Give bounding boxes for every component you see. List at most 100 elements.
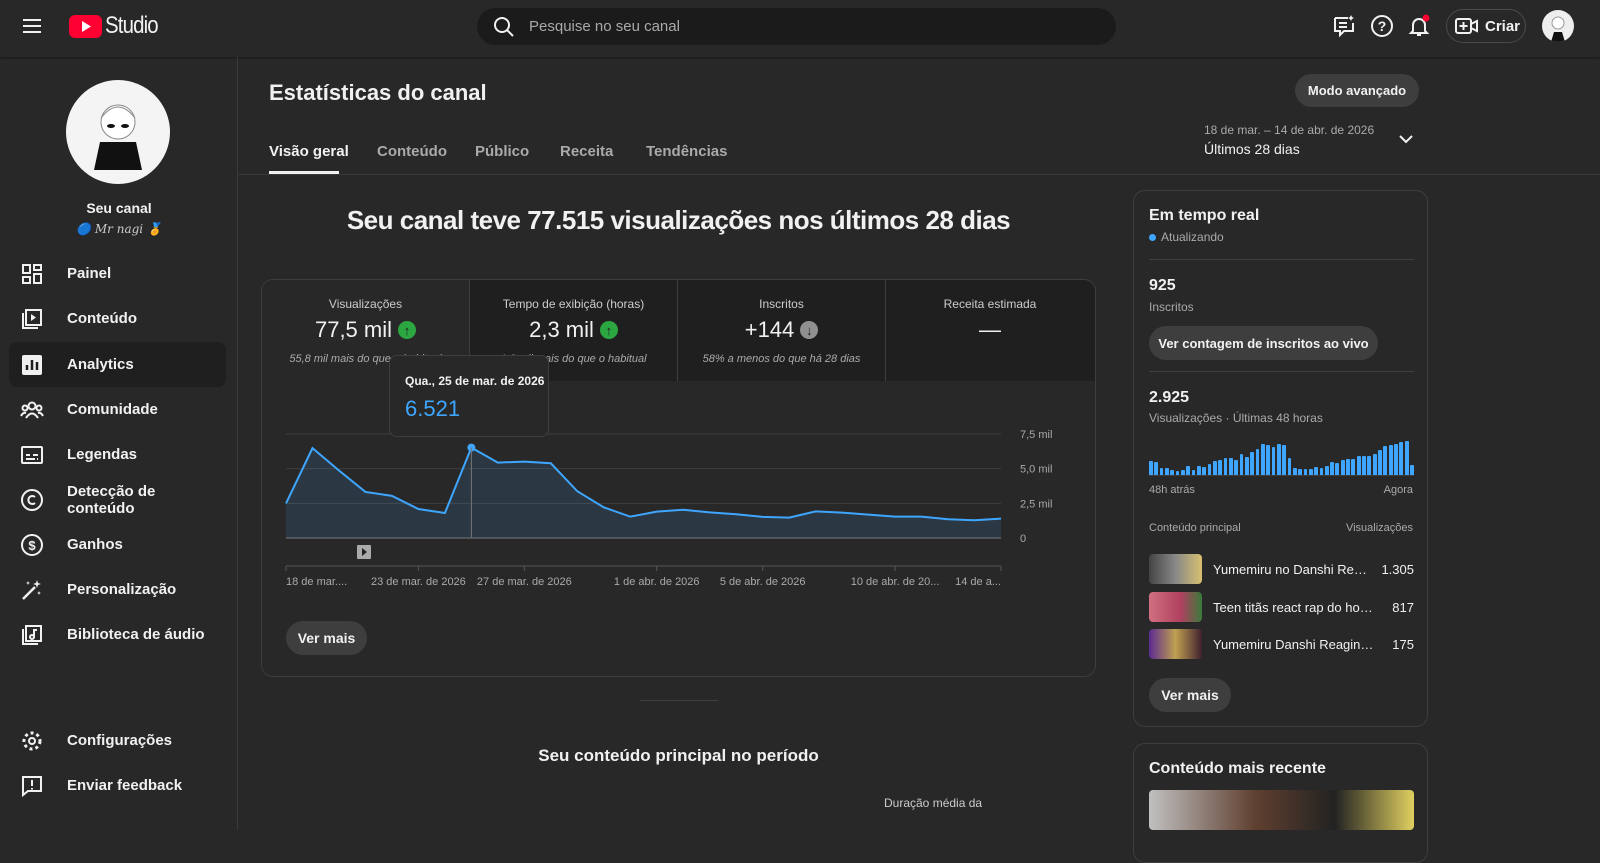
realtime-bar[interactable] (1186, 465, 1191, 475)
realtime-bar[interactable] (1175, 470, 1180, 475)
sidebar-item-label: Conteúdo (67, 310, 137, 327)
search-input[interactable] (529, 18, 1069, 35)
copyright-icon (21, 488, 43, 511)
realtime-bar[interactable] (1244, 457, 1249, 475)
realtime-bar[interactable] (1170, 469, 1175, 475)
realtime-bar[interactable] (1266, 445, 1271, 475)
live-subscriber-count-button[interactable]: Ver contagem de inscritos ao vivo (1149, 326, 1378, 360)
top-content-row[interactable]: Yumemiru Danshi Reagindo 175 (1149, 628, 1414, 660)
menu-icon[interactable] (19, 12, 47, 40)
sidebar-item-label: Detecção de conteúdo (67, 482, 156, 517)
realtime-bar[interactable] (1260, 443, 1265, 475)
sidebar-item-label: Comunidade (67, 401, 158, 418)
sidebar-item-content[interactable]: Conteúdo (9, 296, 226, 341)
realtime-bar[interactable] (1330, 461, 1334, 475)
views-chart[interactable]: 0 2,5 mil 5,0 mil 7,5 mil 18 de mar.... 23 de… (262, 280, 1096, 677)
realtime-bar[interactable] (1191, 470, 1196, 475)
date-range-picker[interactable]: 18 de mar. – 14 de abr. de 2026 Últimos … (1204, 120, 1424, 160)
realtime-bar[interactable] (1319, 467, 1324, 475)
sidebar-item-feedback[interactable]: Enviar feedback (9, 763, 226, 808)
realtime-bar[interactable] (1196, 465, 1201, 475)
realtime-bar[interactable] (1298, 469, 1303, 475)
studio-logo[interactable]: Studio (69, 12, 167, 40)
realtime-bar[interactable] (1383, 445, 1388, 475)
realtime-bar[interactable] (1394, 443, 1398, 475)
tab-revenue[interactable]: Receita (560, 143, 613, 160)
channel-name-text: Mr nagi (94, 222, 144, 236)
recent-video-thumbnail[interactable] (1149, 790, 1414, 830)
tab-audience[interactable]: Público (475, 143, 529, 160)
sidebar-item-customization[interactable]: Personalização (9, 567, 226, 612)
see-more-button[interactable]: Ver mais (286, 621, 367, 655)
realtime-bar-chart[interactable] (1149, 441, 1414, 476)
realtime-bar[interactable] (1308, 469, 1313, 475)
sidebar-item-content-detection[interactable]: Detecção de conteúdo (9, 477, 226, 522)
realtime-bar[interactable] (1303, 469, 1308, 475)
realtime-status: Atualizando (1161, 230, 1224, 244)
realtime-bar[interactable] (1218, 459, 1223, 475)
realtime-bar[interactable] (1324, 465, 1329, 475)
sidebar-item-settings[interactable]: Configurações (9, 718, 226, 763)
channel-name[interactable]: 🔵 Mr nagi 🏅 (0, 222, 238, 236)
search-icon (494, 16, 514, 37)
realtime-bar[interactable] (1346, 459, 1350, 475)
realtime-bar[interactable] (1159, 467, 1164, 475)
realtime-bar[interactable] (1271, 446, 1276, 475)
recent-content-card: Conteúdo mais recente (1133, 743, 1428, 863)
realtime-bar[interactable] (1223, 458, 1228, 475)
top-content-row[interactable]: Teen titãs react rap do homem-aranha 817 (1149, 591, 1414, 623)
notifications-icon[interactable] (1405, 12, 1433, 40)
realtime-bar[interactable] (1410, 464, 1414, 475)
realtime-bar[interactable] (1287, 458, 1292, 475)
help-icon[interactable]: ? (1368, 12, 1396, 40)
realtime-bar[interactable] (1362, 456, 1366, 475)
realtime-bar[interactable] (1340, 459, 1345, 475)
realtime-bar[interactable] (1356, 456, 1361, 475)
sidebar-item-earnings[interactable]: $ Ganhos (9, 522, 226, 567)
sidebar-item-analytics[interactable]: Analytics (9, 342, 226, 387)
realtime-bar[interactable] (1255, 449, 1260, 475)
top-content-row[interactable]: Yumemiru no Danshi Reagindo 1.305 (1149, 553, 1414, 585)
realtime-bar[interactable] (1228, 458, 1233, 475)
create-button[interactable]: Criar (1446, 9, 1526, 43)
realtime-bar[interactable] (1399, 441, 1404, 475)
tab-overview[interactable]: Visão geral (269, 143, 349, 160)
realtime-bar[interactable] (1351, 459, 1356, 475)
realtime-bar[interactable] (1378, 450, 1382, 475)
feedback-ideas-icon[interactable] (1330, 12, 1358, 40)
account-avatar[interactable] (1542, 10, 1574, 42)
realtime-bar[interactable] (1212, 460, 1217, 475)
sidebar-item-audio-library[interactable]: Biblioteca de áudio (9, 612, 226, 657)
realtime-bar[interactable] (1276, 443, 1281, 475)
search-bar[interactable] (477, 8, 1116, 45)
realtime-bar[interactable] (1202, 466, 1207, 475)
realtime-bar[interactable] (1207, 463, 1212, 475)
sidebar-item-subtitles[interactable]: Legendas (9, 432, 226, 477)
realtime-bar[interactable] (1388, 444, 1393, 475)
realtime-bar[interactable] (1314, 466, 1318, 475)
advanced-mode-button[interactable]: Modo avançado (1295, 74, 1419, 107)
channel-avatar[interactable] (66, 80, 170, 184)
tab-trends[interactable]: Tendências (646, 143, 727, 160)
date-range-text: 18 de mar. – 14 de abr. de 2026 (1204, 123, 1375, 137)
realtime-bar[interactable] (1164, 468, 1169, 475)
x-tick-label: 18 de mar.... (286, 576, 347, 588)
realtime-bar[interactable] (1234, 459, 1239, 475)
tab-content[interactable]: Conteúdo (377, 143, 447, 160)
realtime-bar[interactable] (1404, 441, 1409, 475)
realtime-bar[interactable] (1367, 456, 1372, 475)
realtime-bar[interactable] (1335, 462, 1340, 475)
realtime-views-label: Visualizações · Últimas 48 horas (1149, 411, 1323, 425)
realtime-bar[interactable] (1239, 454, 1244, 475)
realtime-see-more-button[interactable]: Ver mais (1149, 678, 1231, 712)
sidebar-item-label: Biblioteca de áudio (67, 626, 205, 643)
sidebar-item-dashboard[interactable]: Painel (9, 251, 226, 296)
realtime-bar[interactable] (1250, 452, 1255, 475)
realtime-bar[interactable] (1292, 467, 1297, 475)
realtime-bar[interactable] (1154, 461, 1159, 475)
realtime-bar[interactable] (1180, 470, 1185, 475)
realtime-bar[interactable] (1282, 445, 1287, 475)
sidebar-item-community[interactable]: Comunidade (9, 387, 226, 432)
realtime-bar[interactable] (1149, 460, 1153, 475)
realtime-bar[interactable] (1372, 454, 1377, 475)
